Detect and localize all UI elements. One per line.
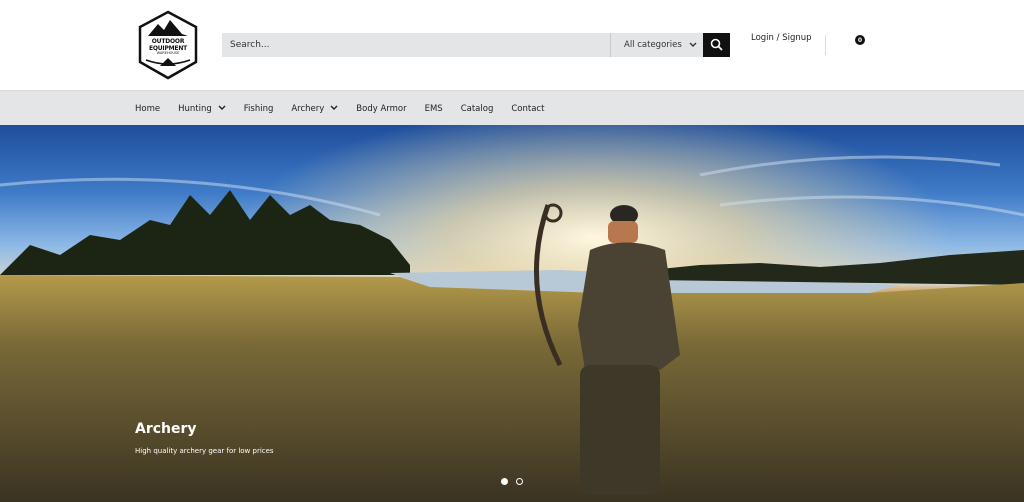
hero-slideshow[interactable]: Archery High quality archery gear for lo… xyxy=(0,125,1024,502)
login-signup-link[interactable]: Login / Signup xyxy=(751,33,812,43)
chevron-down-icon xyxy=(689,41,697,50)
nav-item-label: Contact xyxy=(511,103,545,114)
hero-title: Archery xyxy=(135,421,197,437)
hero-image xyxy=(0,125,1024,502)
search-icon xyxy=(710,36,723,55)
search-bar: All categories xyxy=(222,33,730,57)
logo-subname: WAREHOUSE xyxy=(156,51,180,55)
nav-item-label: Hunting xyxy=(178,103,212,114)
nav-item-label: EMS xyxy=(424,103,443,114)
nav-item-contact[interactable]: Contact xyxy=(511,104,544,114)
logo-name: OUTDOOR EQUIPMENT xyxy=(148,38,188,52)
nav-item-label: Home xyxy=(135,103,161,114)
slide-dot-2[interactable] xyxy=(516,478,523,485)
nav-item-label: Body Armor xyxy=(356,103,407,114)
nav-item-fishing[interactable]: Fishing xyxy=(244,104,274,114)
slide-dot-1[interactable] xyxy=(501,478,508,485)
site-logo[interactable]: OUTDOOR EQUIPMENT WAREHOUSE xyxy=(136,10,200,80)
nav-items: Home Hunting Fishing Archery Body Armor EMS Ca… xyxy=(135,91,562,126)
category-select[interactable]: All categories xyxy=(610,33,703,57)
chevron-down-icon xyxy=(218,105,226,113)
chevron-down-icon xyxy=(330,105,338,113)
nav-item-label: Catalog xyxy=(460,103,494,114)
nav-item-archery[interactable]: Archery xyxy=(291,104,338,114)
hero-subtitle: High quality archery gear for low prices xyxy=(135,447,274,455)
nav-item-hunting[interactable]: Hunting xyxy=(178,104,226,114)
site-header: OUTDOOR EQUIPMENT WAREHOUSE All categori… xyxy=(0,0,1024,90)
cart-count-badge[interactable]: 0 xyxy=(855,35,865,45)
nav-item-home[interactable]: Home xyxy=(135,104,160,114)
main-navigation: Home Hunting Fishing Archery Body Armor EMS Ca… xyxy=(0,90,1024,125)
search-input[interactable] xyxy=(222,33,610,57)
header-divider xyxy=(825,35,826,55)
slideshow-dots xyxy=(501,478,523,485)
search-button[interactable] xyxy=(703,33,730,57)
category-select-label: All categories xyxy=(624,40,682,50)
nav-item-body-armor[interactable]: Body Armor xyxy=(356,104,406,114)
nav-item-label: Archery xyxy=(291,103,325,114)
nav-item-ems[interactable]: EMS xyxy=(425,104,443,114)
nav-item-label: Fishing xyxy=(243,103,274,114)
nav-item-catalog[interactable]: Catalog xyxy=(461,104,494,114)
